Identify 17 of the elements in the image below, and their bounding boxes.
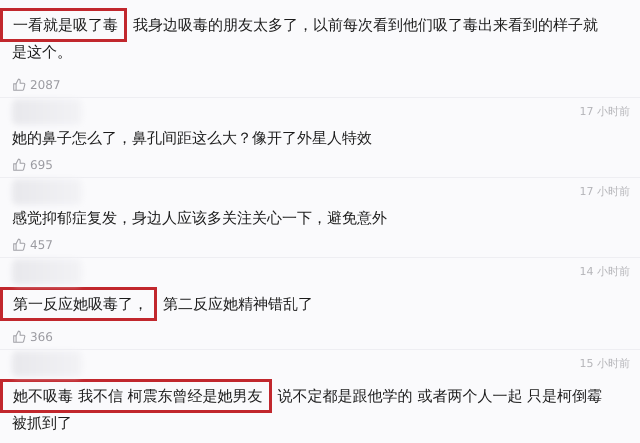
comment-text: 感觉抑郁症复发，身边人应该多关注关心一下，避免意外 xyxy=(11,208,388,229)
thumbs-up-icon[interactable] xyxy=(12,238,26,252)
thumbs-up-icon[interactable] xyxy=(12,78,26,92)
thumbs-up-icon[interactable] xyxy=(12,330,26,344)
comment-time: 15 小时前 xyxy=(580,356,630,371)
like-count: 366 xyxy=(30,330,53,344)
comment-text: 第一反应她吸毒了， 第二反应她精神错乱了 xyxy=(0,285,630,324)
like-count: 2087 xyxy=(30,78,61,92)
comment-text: 她不吸毒 我不信 柯震东曾经是她男友 说不定都是跟他学的 或者两个人一起 只是柯倒霉被抓到了 xyxy=(0,377,630,443)
comment-time: 17 小时前 xyxy=(580,104,630,119)
comment-text: 她的鼻子怎么了，鼻孔间距这么大？像开了外星人特效 xyxy=(11,128,373,149)
comment-text: 一看就是吸了毒 我身边吸毒的朋友太多了，以前每次看到他们吸了毒出来看到的样子就是这个。 xyxy=(0,6,630,72)
like-count: 695 xyxy=(30,158,53,172)
comment-time: 17 小时前 xyxy=(580,184,630,199)
thumbs-up-icon[interactable] xyxy=(12,158,26,172)
comment-time: 14 小时前 xyxy=(580,264,630,279)
like-count: 457 xyxy=(30,238,53,252)
